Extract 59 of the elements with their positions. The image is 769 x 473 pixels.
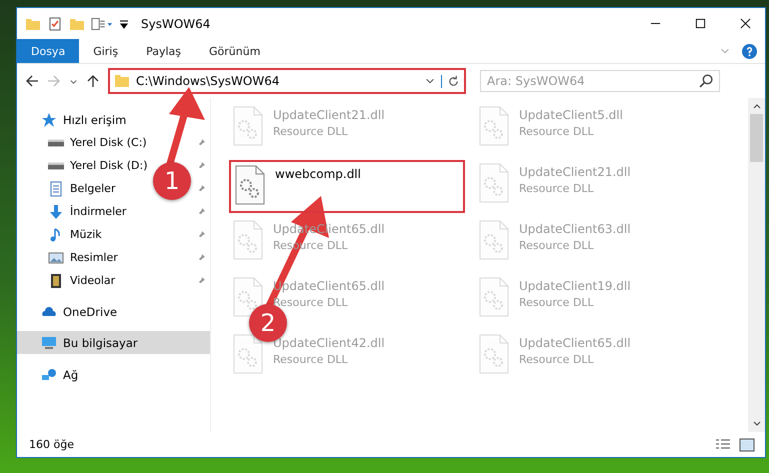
sidebar-item[interactable]: OneDrive: [17, 300, 210, 323]
file-type: Resource DLL: [519, 125, 595, 138]
downloads-icon: [48, 204, 64, 220]
network-icon: [41, 366, 57, 382]
expand-ribbon-icon[interactable]: [720, 46, 730, 56]
file-name: wwebcomp.dll: [275, 167, 361, 181]
pictures-icon: [48, 250, 64, 266]
refresh-icon[interactable]: [441, 74, 460, 88]
properties-icon[interactable]: [91, 16, 113, 32]
computer-icon: [41, 334, 57, 350]
item-count: 160 öğe: [29, 438, 74, 451]
ribbon-tab[interactable]: Paylaş: [132, 39, 195, 63]
file-type: Resource DLL: [273, 125, 349, 138]
sidebar-item[interactable]: Hızlı erişim: [17, 108, 210, 131]
maximize-icon[interactable]: [695, 18, 706, 29]
sidebar-item[interactable]: Yerel Disk (D:): [17, 154, 152, 177]
sidebar-item[interactable]: Müzik: [17, 223, 106, 246]
scrollbar-thumb[interactable]: [750, 114, 763, 162]
sidebar-item[interactable]: Videolar: [17, 269, 120, 292]
checklist-icon[interactable]: [47, 16, 63, 32]
search-icon: [699, 73, 714, 88]
close-icon[interactable]: [740, 18, 751, 29]
ribbon-tab[interactable]: Görünüm: [195, 39, 274, 63]
window-title: SysWOW64: [141, 16, 210, 30]
search-field[interactable]: Ara: SysWOW64: [480, 70, 720, 92]
up-arrow-icon[interactable]: [86, 74, 100, 88]
documents-icon: [48, 180, 64, 196]
ribbon-tab[interactable]: Dosya: [17, 39, 80, 63]
file-type: Resource DLL: [519, 296, 595, 309]
sidebar-item[interactable]: Resimler: [17, 246, 122, 269]
videos-icon: [48, 272, 64, 288]
scrollbar[interactable]: [748, 98, 765, 432]
folder-icon: [114, 73, 130, 89]
dropdown-icon[interactable]: [425, 76, 435, 86]
customize-toolbar-icon[interactable]: [119, 18, 129, 28]
address-bar[interactable]: C:\Windows\SysWOW64: [108, 68, 466, 94]
file-type: Resource DLL: [519, 182, 595, 195]
help-icon[interactable]: [742, 44, 757, 58]
ribbon-tab[interactable]: Giriş: [79, 39, 132, 63]
file-type: Resource DLL: [273, 353, 349, 366]
details-view-icon[interactable]: [715, 438, 731, 452]
sidebar-item[interactable]: Belgeler: [17, 177, 120, 200]
file-type: Resource DLL: [519, 353, 595, 366]
file-type: Resource DLL: [519, 239, 595, 252]
step-number-badge: 1: [153, 162, 191, 200]
file-name: UpdateClient21.dll: [519, 165, 631, 179]
file-name: UpdateClient19.dll: [519, 279, 631, 293]
large-icons-view-icon[interactable]: [739, 438, 755, 452]
file-name: UpdateClient5.dll: [519, 108, 623, 122]
sidebar-item[interactable]: Ağ: [17, 363, 210, 386]
file-name: UpdateClient63.dll: [519, 222, 631, 236]
file-name: UpdateClient65.dll: [519, 336, 631, 350]
address-path: C:\Windows\SysWOW64: [136, 74, 280, 88]
sidebar-item[interactable]: İndirmeler: [17, 200, 130, 223]
sidebar-item[interactable]: Bu bilgisayar: [17, 331, 210, 354]
file-name: UpdateClient21.dll: [273, 108, 385, 122]
star-icon: [41, 112, 57, 128]
sidebar-item[interactable]: Yerel Disk (C:): [17, 131, 151, 154]
back-arrow-icon[interactable]: [25, 74, 39, 88]
